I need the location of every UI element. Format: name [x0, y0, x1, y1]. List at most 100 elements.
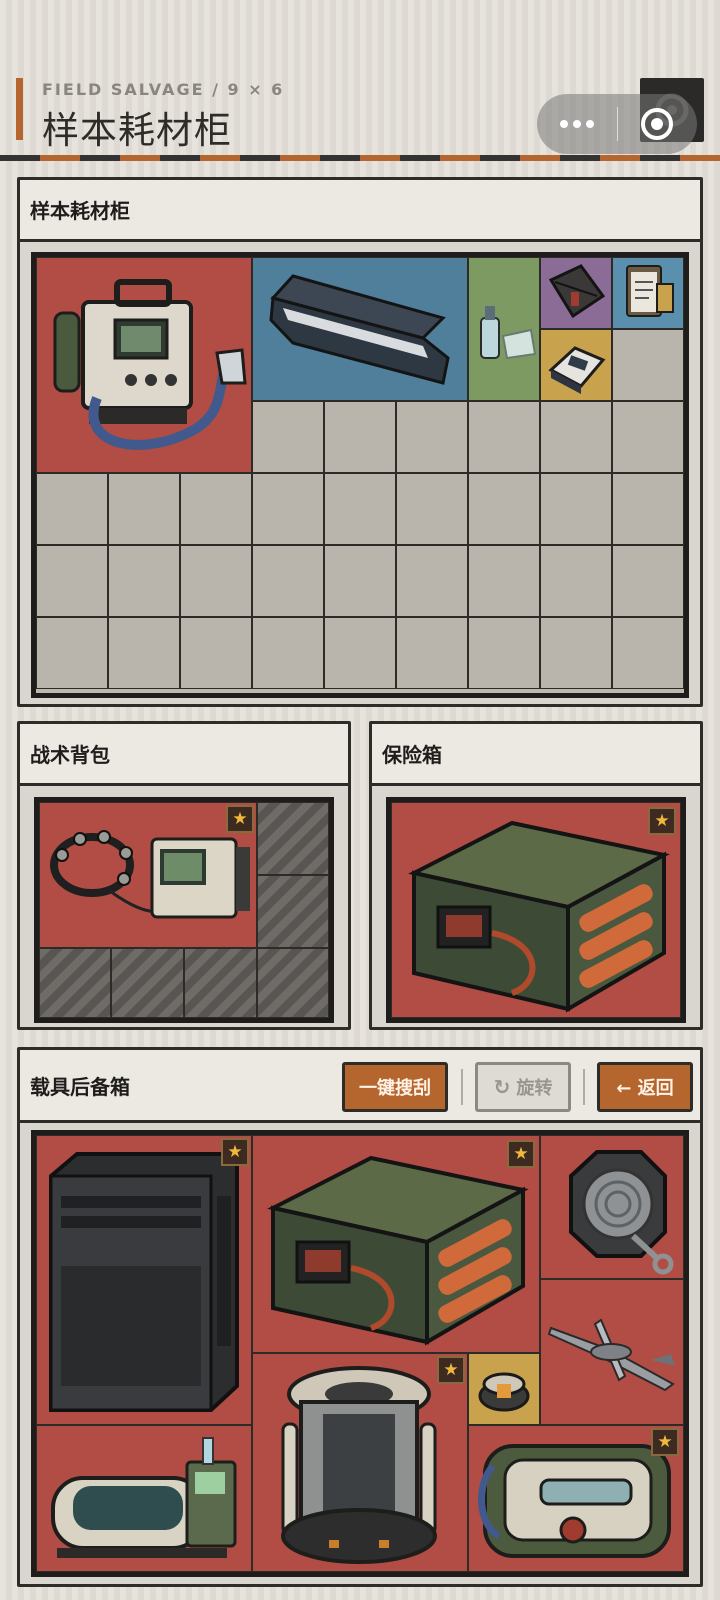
star-badge-icon: ★	[437, 1356, 465, 1384]
item-spray-bottle[interactable]	[468, 257, 540, 401]
grid-cell[interactable]	[612, 329, 684, 401]
locked-slot	[184, 948, 257, 1018]
cabinet-grid	[31, 252, 689, 698]
grid-cell[interactable]	[540, 545, 612, 617]
grid-cell[interactable]	[396, 473, 468, 545]
item-pulse-oximeter[interactable]	[540, 329, 612, 401]
battery-pack-icon	[408, 820, 670, 1013]
rotate-icon: ↻	[493, 1075, 511, 1099]
grid-cell[interactable]	[324, 473, 396, 545]
grid-cell[interactable]	[252, 401, 324, 473]
item-cryo-capsule[interactable]: ★	[468, 1425, 684, 1572]
item-neural-headset-monitor[interactable]: ★	[39, 802, 257, 948]
grid-cell[interactable]	[612, 473, 684, 545]
back-button[interactable]: ← 返回	[597, 1062, 693, 1112]
backpack-grid: ★	[34, 797, 334, 1023]
item-battery-pack[interactable]: ★	[252, 1135, 540, 1353]
grid-cell[interactable]	[324, 545, 396, 617]
drone-icon	[547, 1318, 675, 1392]
pulse-oximeter-icon	[548, 346, 606, 394]
clipboard-icon	[626, 265, 674, 317]
item-reactor-core[interactable]: ★	[252, 1353, 468, 1572]
grid-cell[interactable]	[36, 617, 108, 689]
ventilator-icon	[53, 279, 247, 450]
hazard-stripe-divider	[0, 155, 720, 161]
loot-all-button[interactable]: 一键搜刮	[342, 1062, 448, 1112]
grid-cell[interactable]	[468, 473, 540, 545]
grid-cell[interactable]	[396, 401, 468, 473]
grid-cell[interactable]	[180, 473, 252, 545]
grid-cell[interactable]	[36, 473, 108, 545]
safe-grid: ★	[386, 797, 686, 1023]
locked-slot	[257, 802, 329, 875]
grid-cell[interactable]	[252, 545, 324, 617]
backpack-title: 战术背包	[20, 724, 348, 786]
grid-cell[interactable]	[108, 545, 180, 617]
close-button[interactable]	[618, 94, 698, 154]
item-portable-ventilator[interactable]	[36, 257, 252, 473]
item-small-core[interactable]	[468, 1353, 540, 1425]
star-badge-icon: ★	[648, 807, 676, 835]
locked-slot	[111, 948, 184, 1018]
rotate-label: 旋转	[516, 1078, 553, 1099]
header: FIELD SALVAGE / 9 × 6 样本耗材柜	[0, 0, 720, 161]
grid-cell[interactable]	[252, 473, 324, 545]
safe-panel: 保险箱 ★	[369, 721, 703, 1030]
more-menu-button[interactable]	[537, 94, 617, 154]
trunk-grid: ★ ★ ★ ★	[31, 1130, 689, 1577]
locked-slot	[39, 948, 111, 1018]
star-badge-icon: ★	[651, 1428, 679, 1456]
grid-cell[interactable]	[540, 473, 612, 545]
vehicle-trunk-panel: 载具后备箱 一键搜刮 ↻ 旋转 ← 返回 ★ ★ ★ ★	[17, 1047, 703, 1587]
page-title: 样本耗材柜	[42, 109, 232, 152]
grid-cell[interactable]	[108, 473, 180, 545]
small-core-icon	[478, 1372, 530, 1412]
item-clipboard[interactable]	[612, 257, 684, 329]
star-badge-icon: ★	[507, 1140, 535, 1168]
cabinet-panel: 样本耗材柜	[17, 177, 703, 707]
grid-cell[interactable]	[252, 617, 324, 689]
grid-cell[interactable]	[396, 545, 468, 617]
item-stretcher-case[interactable]	[252, 257, 468, 401]
grid-cell[interactable]	[180, 617, 252, 689]
grid-cell[interactable]	[180, 545, 252, 617]
grid-cell[interactable]	[396, 617, 468, 689]
title-accent-bar	[16, 78, 23, 140]
item-tool-pouch[interactable]	[540, 257, 612, 329]
toolbar-divider	[583, 1069, 585, 1105]
grid-cell[interactable]	[540, 401, 612, 473]
item-server-tower[interactable]: ★	[36, 1135, 252, 1425]
item-cable-reel[interactable]	[540, 1135, 684, 1279]
locked-slot	[257, 948, 329, 1018]
grid-cell[interactable]	[468, 617, 540, 689]
page-subtitle: FIELD SALVAGE / 9 × 6	[42, 80, 285, 99]
server-tower-icon	[49, 1152, 239, 1412]
backpack-panel: 战术背包 ★	[17, 721, 351, 1030]
toolbar-divider	[461, 1069, 463, 1105]
grid-cell[interactable]	[612, 617, 684, 689]
stretcher-case-icon	[269, 274, 450, 385]
eeg-monitor-icon	[50, 830, 250, 919]
grid-cell[interactable]	[612, 401, 684, 473]
grid-cell[interactable]	[108, 617, 180, 689]
grid-cell[interactable]	[540, 617, 612, 689]
item-recon-drone[interactable]	[540, 1279, 684, 1425]
grid-cell[interactable]	[468, 545, 540, 617]
battery-pack-icon	[267, 1155, 529, 1346]
pouch-icon	[548, 264, 606, 319]
star-badge-icon: ★	[221, 1138, 249, 1166]
grid-cell[interactable]	[36, 545, 108, 617]
spray-bottle-icon	[480, 306, 537, 360]
grid-cell[interactable]	[612, 545, 684, 617]
grid-cell[interactable]	[468, 401, 540, 473]
medical-pod-icon	[51, 1437, 237, 1558]
locked-slot	[257, 875, 329, 948]
item-battery-pack[interactable]: ★	[391, 802, 681, 1018]
grid-cell[interactable]	[324, 401, 396, 473]
reactor-core-icon	[281, 1366, 437, 1564]
item-medical-pod[interactable]	[36, 1425, 252, 1572]
close-target-icon	[641, 108, 674, 140]
grid-cell[interactable]	[324, 617, 396, 689]
star-badge-icon: ★	[226, 805, 254, 833]
rotate-button[interactable]: ↻ 旋转	[475, 1062, 571, 1112]
